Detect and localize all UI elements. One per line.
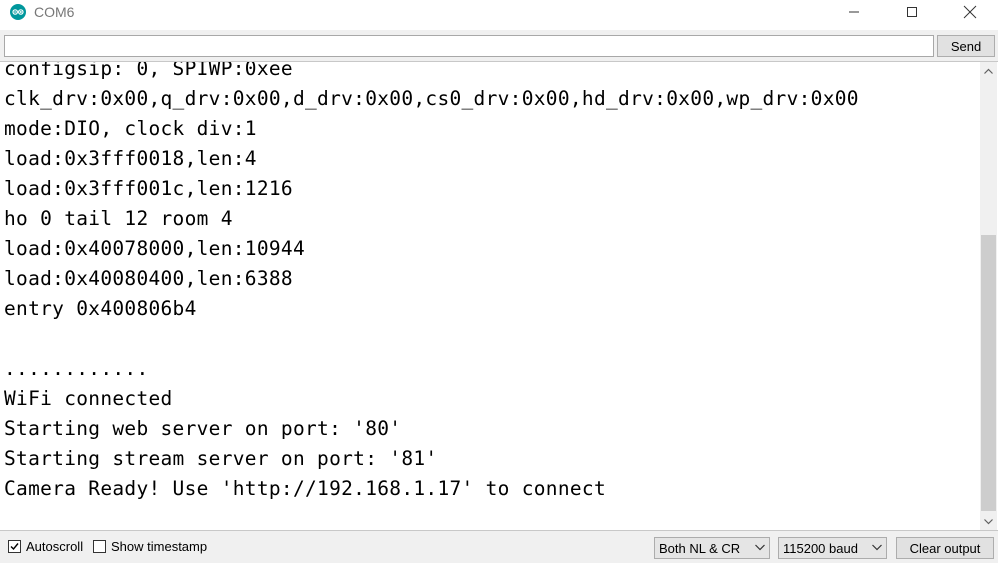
output-text: configsip: 0, SPIWP:0xee clk_drv:0x00,q_d… bbox=[4, 61, 974, 504]
output-line: load:0x3fff0018,len:4 bbox=[4, 147, 257, 170]
output-line: load:0x3fff001c,len:1216 bbox=[4, 177, 293, 200]
output-line: Camera Ready! Use 'http://192.168.1.17' … bbox=[4, 477, 606, 500]
arduino-icon bbox=[10, 4, 26, 20]
minimize-icon bbox=[849, 11, 859, 13]
output-line: WiFi connected bbox=[4, 387, 173, 410]
scroll-thumb[interactable] bbox=[981, 235, 996, 511]
baud-rate-select[interactable]: 115200 baud bbox=[778, 537, 887, 559]
chevron-up-icon bbox=[984, 68, 993, 74]
bottom-bar: Autoscroll Show timestamp Both NL & CR 1… bbox=[0, 531, 998, 563]
output-line: clk_drv:0x00,q_drv:0x00,d_drv:0x00,cs0_d… bbox=[4, 87, 859, 110]
autoscroll-label: Autoscroll bbox=[26, 539, 84, 554]
serial-monitor-window: COM6 Send configsip: 0, SPIWP:0xee clk_dr… bbox=[0, 0, 998, 563]
clear-output-button[interactable]: Clear output bbox=[896, 537, 994, 559]
close-button[interactable] bbox=[941, 0, 998, 24]
window-title: COM6 bbox=[34, 4, 75, 20]
timestamp-checkbox[interactable] bbox=[93, 540, 106, 553]
serial-output[interactable]: configsip: 0, SPIWP:0xee clk_drv:0x00,q_d… bbox=[0, 61, 998, 531]
line-ending-select[interactable]: Both NL & CR bbox=[654, 537, 770, 559]
baud-rate-value: 115200 baud bbox=[783, 540, 858, 556]
vertical-scrollbar[interactable] bbox=[980, 62, 997, 530]
timestamp-toggle[interactable]: Show timestamp bbox=[93, 539, 207, 554]
chevron-down-icon bbox=[755, 544, 765, 551]
close-icon bbox=[963, 5, 977, 19]
output-line: ho 0 tail 12 room 4 bbox=[4, 207, 233, 230]
scroll-up-button[interactable] bbox=[980, 62, 997, 79]
maximize-icon bbox=[907, 7, 917, 17]
output-line: mode:DIO, clock div:1 bbox=[4, 117, 257, 140]
send-bar: Send bbox=[0, 30, 998, 61]
output-line: Starting stream server on port: '81' bbox=[4, 447, 438, 470]
output-line: ............ bbox=[4, 357, 149, 380]
output-line: Starting web server on port: '80' bbox=[4, 417, 402, 440]
autoscroll-checkbox[interactable] bbox=[8, 540, 21, 553]
chevron-down-icon bbox=[872, 544, 882, 551]
timestamp-label: Show timestamp bbox=[111, 539, 208, 554]
chevron-down-icon bbox=[984, 518, 993, 524]
checkmark-icon bbox=[10, 543, 19, 551]
output-line: load:0x40080400,len:6388 bbox=[4, 267, 293, 290]
output-line: load:0x40078000,len:10944 bbox=[4, 237, 305, 260]
send-button[interactable]: Send bbox=[937, 35, 995, 57]
autoscroll-toggle[interactable]: Autoscroll bbox=[8, 539, 83, 554]
maximize-button[interactable] bbox=[883, 0, 941, 24]
scroll-down-button[interactable] bbox=[980, 513, 997, 530]
send-input[interactable] bbox=[4, 35, 934, 57]
minimize-button[interactable] bbox=[825, 0, 883, 24]
line-ending-value: Both NL & CR bbox=[659, 540, 741, 556]
output-line: configsip: 0, SPIWP:0xee bbox=[4, 61, 293, 80]
title-bar: COM6 bbox=[0, 0, 998, 30]
output-line: entry 0x400806b4 bbox=[4, 297, 197, 320]
